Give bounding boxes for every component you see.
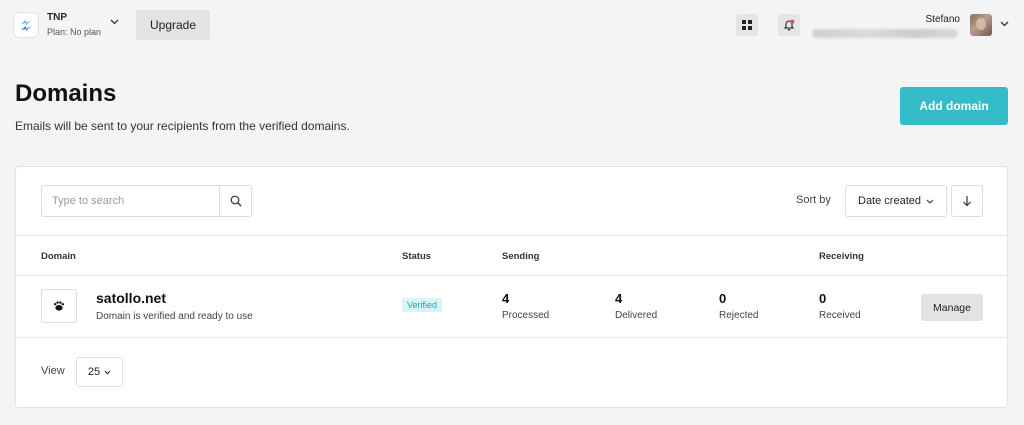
page-subtitle: Emails will be sent to your recipients f… (15, 119, 350, 133)
manage-button[interactable]: Manage (921, 294, 983, 321)
view-label: View (41, 365, 65, 377)
divider (16, 235, 1007, 236)
grid-icon (742, 20, 752, 30)
domain-name-link[interactable]: satollo.net (96, 290, 166, 306)
search-input[interactable] (42, 186, 219, 216)
workspace-plan: Plan: No plan (47, 27, 102, 37)
apps-button[interactable] (736, 14, 758, 36)
chevron-down-icon[interactable] (1000, 21, 1009, 27)
add-domain-button[interactable]: Add domain (900, 87, 1008, 125)
avatar[interactable] (970, 14, 992, 36)
sort-value: Date created (858, 195, 921, 207)
rejected-label: Rejected (719, 310, 759, 321)
search-icon (230, 195, 241, 207)
workspace-switcher[interactable]: TNP Plan: No plan (14, 12, 119, 38)
workspace-logo-icon (14, 13, 38, 37)
page-size-select[interactable]: 25 (76, 357, 123, 387)
delivered-count: 4 (615, 291, 623, 306)
workspace-name: TNP (47, 12, 67, 23)
domain-favicon-icon (41, 289, 77, 323)
top-bar: TNP Plan: No plan Upgrade Stefano (0, 0, 1024, 50)
arrow-down-icon (963, 196, 971, 207)
chevron-down-icon (110, 19, 119, 25)
received-count: 0 (819, 291, 827, 306)
divider (16, 337, 1007, 338)
sort-direction-button[interactable] (951, 185, 983, 217)
search-button[interactable] (219, 186, 251, 216)
column-header-receiving: Receiving (819, 251, 864, 262)
page-size-value: 25 (87, 366, 101, 378)
search-box (41, 185, 252, 217)
sort-select[interactable]: Date created (845, 185, 947, 217)
processed-label: Processed (502, 310, 550, 321)
notifications-button[interactable] (778, 14, 800, 36)
delivered-label: Delivered (615, 310, 658, 321)
rejected-count: 0 (719, 291, 727, 306)
domains-card: Sort by Date created Domain Status Sendi… (15, 166, 1008, 408)
processed-count: 4 (502, 291, 510, 306)
workspace-info: TNP Plan: No plan (47, 12, 101, 38)
user-name: Stefano (925, 14, 960, 25)
received-label: Received (819, 310, 861, 321)
column-header-status: Status (402, 251, 432, 262)
column-header-domain: Domain (41, 251, 76, 262)
chevron-down-icon (926, 199, 934, 204)
status-badge: Verified (402, 298, 443, 312)
user-email-blurred (812, 29, 958, 38)
bell-icon (783, 19, 795, 31)
upgrade-button[interactable]: Upgrade (136, 10, 210, 40)
sort-label: Sort by (796, 194, 831, 206)
divider (16, 275, 1007, 276)
domain-description: Domain is verified and ready to use (96, 311, 253, 322)
chevron-down-icon (104, 370, 111, 375)
page-title: Domains (15, 80, 117, 107)
column-header-sending: Sending (502, 251, 540, 262)
